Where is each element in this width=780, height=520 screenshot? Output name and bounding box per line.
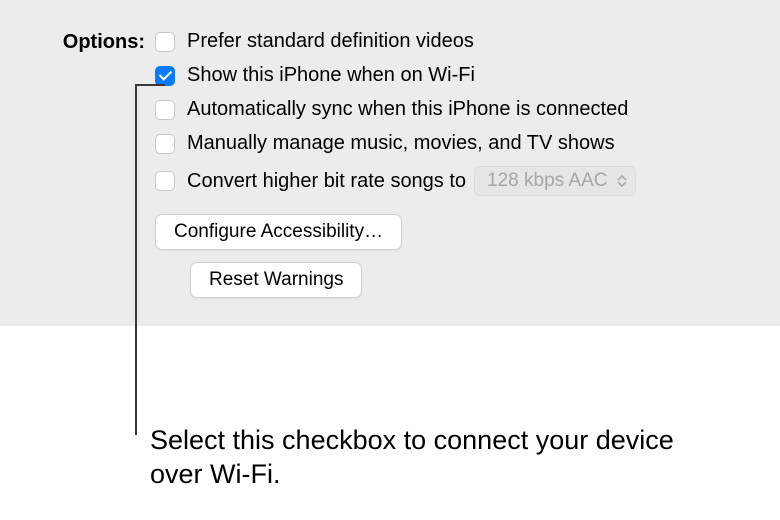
callout-line-horizontal [135,84,165,86]
convert-bitrate-checkbox[interactable] [155,171,175,191]
option-prefer-sd: Prefer standard definition videos [155,30,760,53]
options-list: Prefer standard definition videos Show t… [155,30,760,298]
option-manual-manage: Manually manage music, movies, and TV sh… [155,132,760,155]
option-show-iphone-wifi: Show this iPhone when on Wi-Fi [155,64,760,87]
manual-manage-label: Manually manage music, movies, and TV sh… [187,132,615,155]
auto-sync-checkbox[interactable] [155,100,175,120]
auto-sync-label: Automatically sync when this iPhone is c… [187,98,628,121]
show-iphone-wifi-checkbox[interactable] [155,66,175,86]
manual-manage-checkbox[interactable] [155,134,175,154]
options-section-label: Options: [40,30,155,54]
callout-text: Select this checkbox to connect your dev… [150,424,710,492]
show-iphone-wifi-label: Show this iPhone when on Wi-Fi [187,64,475,87]
convert-bitrate-label: Convert higher bit rate songs to [187,170,466,193]
option-convert-bitrate: Convert higher bit rate songs to 128 kbp… [155,166,760,196]
option-auto-sync: Automatically sync when this iPhone is c… [155,98,760,121]
configure-accessibility-button[interactable]: Configure Accessibility… [155,214,402,250]
options-panel: Options: Prefer standard definition vide… [0,0,780,326]
chevron-up-down-icon [617,175,627,187]
prefer-sd-label: Prefer standard definition videos [187,30,474,53]
bitrate-dropdown[interactable]: 128 kbps AAC [474,166,636,196]
prefer-sd-checkbox[interactable] [155,32,175,52]
reset-warnings-button[interactable]: Reset Warnings [190,262,362,298]
bitrate-dropdown-value: 128 kbps AAC [487,170,607,192]
callout-line-vertical [135,85,137,435]
